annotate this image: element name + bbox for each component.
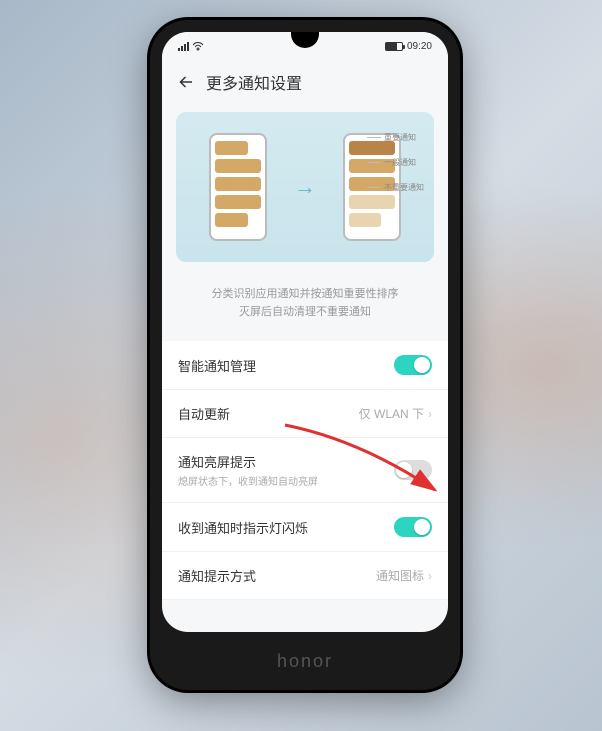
info-line1: 分类识别应用通知并按通知重要性排序 (192, 286, 418, 304)
back-button[interactable] (176, 72, 196, 92)
wifi-icon (192, 41, 204, 51)
row-sublabel: 熄屏状态下，收到通知自动亮屏 (178, 473, 318, 488)
row-label: 通知亮屏提示 (178, 452, 318, 471)
row-smart-mgmt[interactable]: 智能通知管理 (162, 341, 448, 390)
row-label: 通知提示方式 (178, 566, 256, 585)
label-low: 不重要通知 (367, 182, 424, 193)
status-time: 09:20 (407, 41, 432, 52)
row-label: 收到通知时指示灯闪烁 (178, 518, 308, 537)
header: 更多通知设置 (162, 60, 448, 104)
info-text: 分类识别应用通知并按通知重要性排序 灭屏后自动清理不重要通知 (162, 270, 448, 341)
label-important: 重要通知 (367, 132, 424, 143)
signal-icon (178, 42, 189, 51)
row-label: 自动更新 (178, 404, 230, 423)
chevron-right-icon: › (428, 407, 432, 421)
row-notification-style[interactable]: 通知提示方式 通知图标 › (162, 552, 448, 600)
row-wake-screen[interactable]: 通知亮屏提示 熄屏状态下，收到通知自动亮屏 (162, 438, 448, 503)
page-title: 更多通知设置 (206, 70, 302, 94)
phone-brand: honor (150, 651, 460, 672)
row-label: 智能通知管理 (178, 356, 256, 375)
row-value: 仅 WLAN 下 › (359, 405, 432, 422)
illustration-card: → 重要通知 一般通知 不重要通知 (176, 112, 434, 262)
phone-frame: 09:20 更多通知设置 → 重要通知 一般通知 不重要通知 分类识别 (150, 20, 460, 690)
battery-icon (385, 42, 403, 51)
chevron-right-icon: › (428, 569, 432, 583)
status-left (178, 41, 204, 51)
illustration-labels: 重要通知 一般通知 不重要通知 (367, 132, 424, 193)
toggle-smart-mgmt[interactable] (394, 355, 432, 375)
row-value: 通知图标 › (376, 567, 432, 584)
info-line2: 灭屏后自动清理不重要通知 (192, 304, 418, 322)
label-general: 一般通知 (367, 157, 424, 168)
phone-screen: 09:20 更多通知设置 → 重要通知 一般通知 不重要通知 分类识别 (162, 32, 448, 632)
back-arrow-icon (177, 73, 195, 91)
toggle-led-blink[interactable] (394, 517, 432, 537)
status-right: 09:20 (385, 41, 432, 52)
illustration-phone-before (209, 133, 267, 241)
row-auto-update[interactable]: 自动更新 仅 WLAN 下 › (162, 390, 448, 438)
toggle-wake-screen[interactable] (394, 460, 432, 480)
row-led-blink[interactable]: 收到通知时指示灯闪烁 (162, 503, 448, 552)
arrow-right-icon: → (294, 174, 316, 200)
settings-list: 智能通知管理 自动更新 仅 WLAN 下 › 通知亮屏提示 熄屏状态下，收到通知… (162, 341, 448, 600)
